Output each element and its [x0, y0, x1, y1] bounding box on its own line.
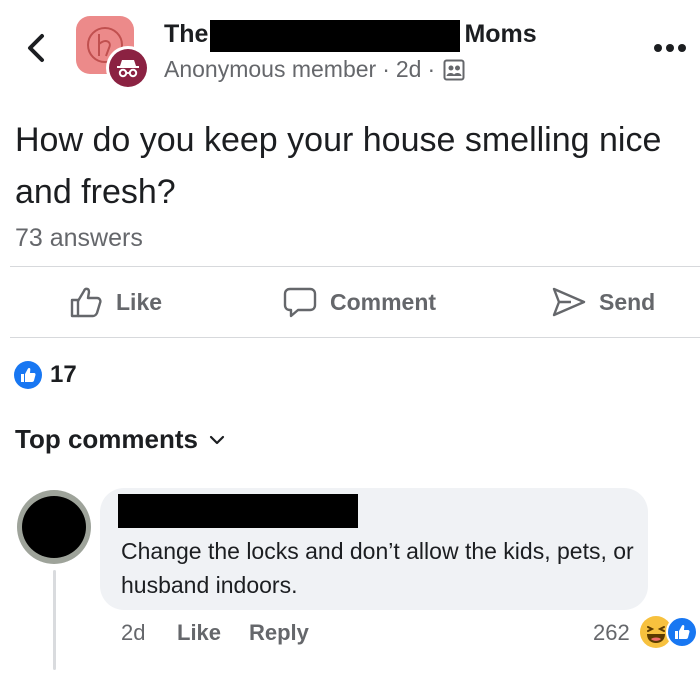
thumbs-up-icon — [70, 287, 102, 318]
divider — [10, 337, 700, 338]
more-dot — [678, 44, 686, 52]
comment-sort-label: Top comments — [15, 424, 198, 454]
send-button[interactable]: Send — [551, 282, 655, 322]
comment-reactions[interactable] — [640, 614, 700, 648]
send-label: Send — [599, 288, 656, 315]
send-arrow-icon — [552, 287, 586, 317]
comment-text: Change the locks and don’t allow the kid… — [121, 538, 634, 598]
group-name[interactable]: The Moms — [164, 20, 537, 52]
like-button[interactable]: Like — [68, 282, 162, 322]
group-name-start: The — [164, 20, 209, 48]
divider — [10, 266, 700, 267]
chevron-left-icon — [28, 34, 44, 62]
avatar[interactable] — [17, 490, 91, 564]
comment-time[interactable]: 2d — [121, 620, 145, 646]
anonymous-badge — [106, 46, 150, 90]
post-time[interactable]: 2d — [396, 56, 422, 83]
reaction-count: 17 — [50, 361, 77, 388]
chevron-down-icon — [209, 435, 225, 444]
like-label: Like — [116, 288, 163, 315]
post-meta: Anonymous member · 2d · — [164, 56, 465, 83]
comment-reaction-count[interactable]: 262 — [593, 620, 630, 646]
like-reaction-icon — [14, 361, 42, 389]
comment-button[interactable]: Comment — [282, 282, 436, 322]
author-name[interactable]: Anonymous member — [164, 56, 376, 83]
group-members-icon — [443, 59, 465, 80]
meta-separator-2: · — [427, 56, 436, 82]
comment-bubble-icon — [283, 287, 317, 318]
comment-sort-dropdown[interactable]: Top comments — [15, 424, 226, 455]
more-dot — [654, 44, 662, 52]
thumbs-up-icon — [675, 624, 690, 639]
incognito-icon — [117, 60, 139, 78]
back-button[interactable] — [22, 30, 52, 66]
comment-reply-button[interactable]: Reply — [249, 620, 309, 646]
redaction-bar — [210, 20, 461, 52]
comment-bubble: Change the locks and don’t allow the kid… — [100, 488, 648, 610]
more-options-button[interactable] — [654, 38, 694, 58]
group-avatar[interactable] — [76, 16, 150, 90]
comment-label: Comment — [330, 288, 437, 315]
reaction-summary[interactable]: 17 — [14, 360, 77, 390]
post-text: How do you keep your house smelling nice… — [15, 121, 662, 211]
like-reaction-icon — [666, 616, 698, 648]
group-name-end: Moms — [464, 20, 537, 48]
thread-line — [53, 570, 56, 670]
avatar-redaction — [22, 496, 86, 558]
commenter-name-redaction — [118, 494, 358, 528]
answers-count[interactable]: 73 answers — [15, 224, 143, 253]
more-dot — [666, 44, 674, 52]
meta-separator: · — [382, 56, 390, 82]
thumbs-up-icon — [21, 367, 36, 382]
comment-like-button[interactable]: Like — [177, 620, 221, 646]
